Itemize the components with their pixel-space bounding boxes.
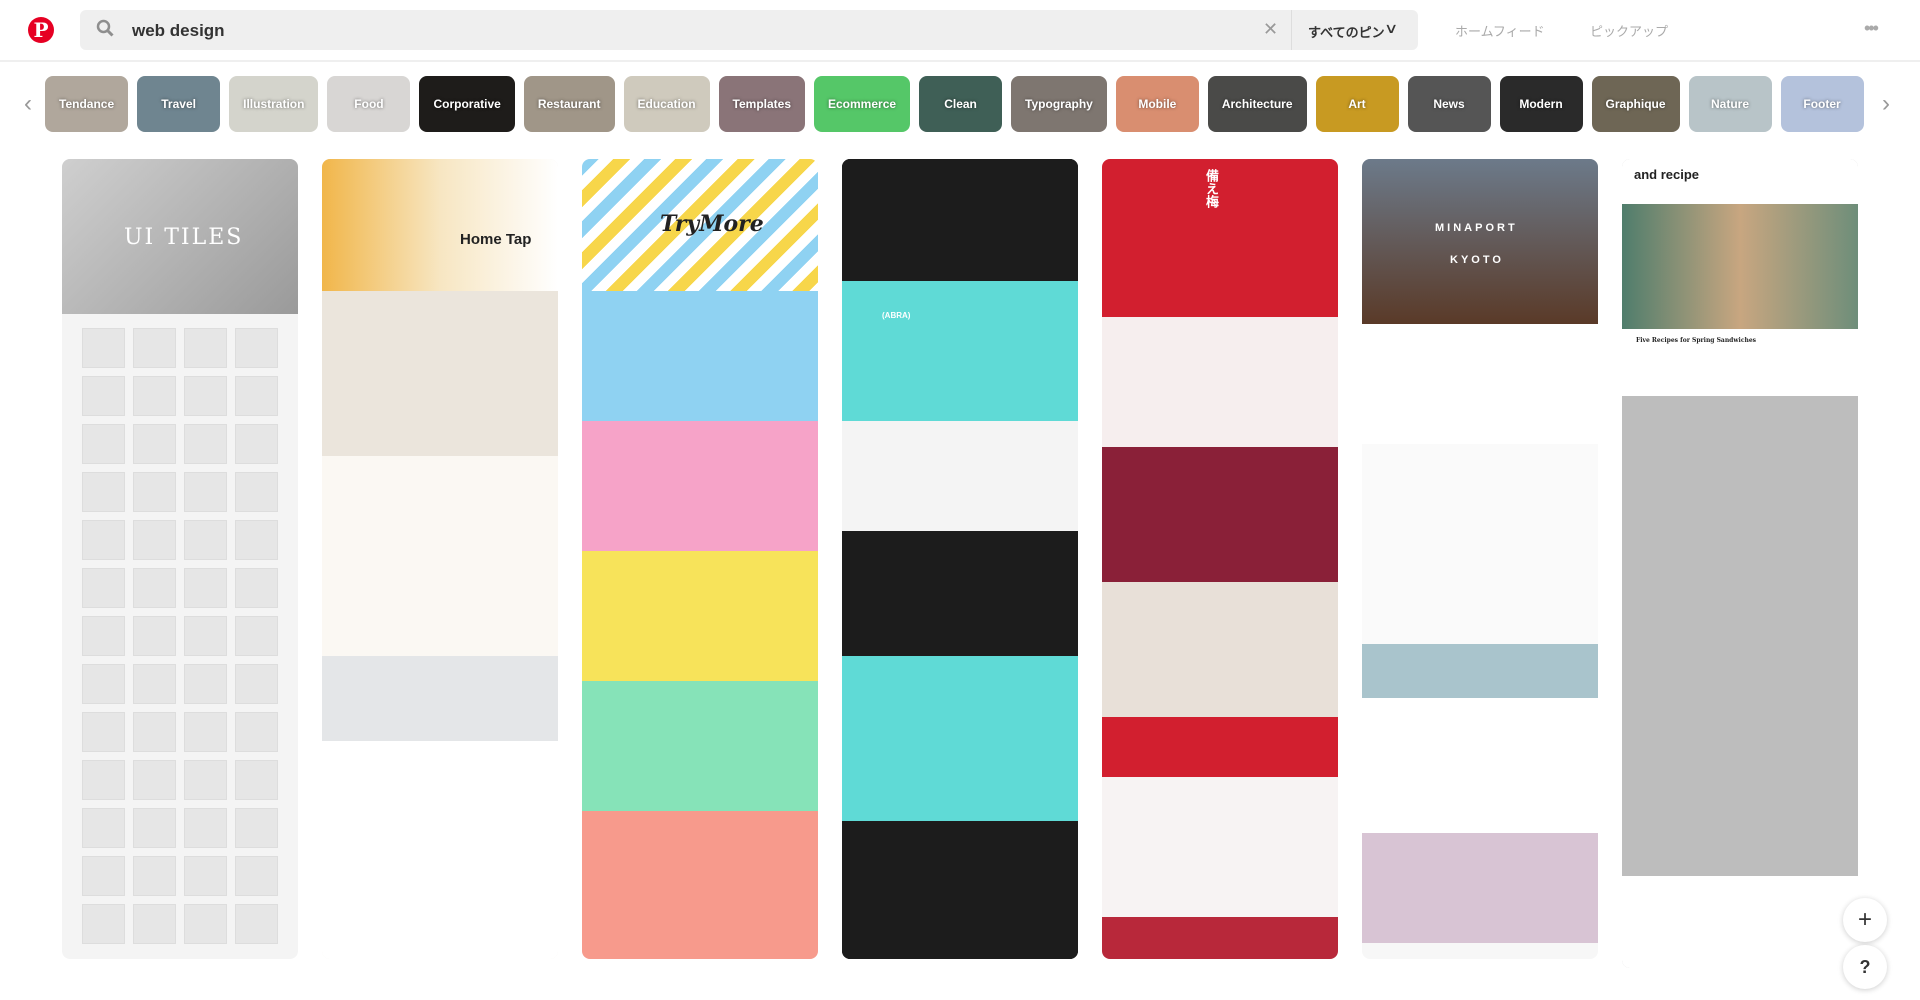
pin-card[interactable]: Home Tap bbox=[322, 159, 558, 959]
divider bbox=[1291, 10, 1292, 50]
category-tendance[interactable]: Tendance bbox=[45, 76, 129, 132]
pin-title: MINAPORT bbox=[1435, 222, 1518, 234]
pin-title: and recipe bbox=[1634, 167, 1700, 182]
category-news[interactable]: News bbox=[1407, 76, 1491, 132]
pin-section bbox=[842, 656, 1078, 821]
wireframe-grid bbox=[62, 314, 298, 958]
pin-image bbox=[842, 159, 1078, 281]
pin-title: 備え梅 bbox=[1204, 169, 1219, 208]
category-restaurant[interactable]: Restaurant bbox=[523, 76, 615, 132]
search-icon bbox=[96, 19, 114, 37]
pin-section bbox=[842, 421, 1078, 531]
pin-section bbox=[322, 291, 558, 456]
category-modern[interactable]: Modern bbox=[1499, 76, 1583, 132]
pin-card[interactable]: MINAPORT KYOTO bbox=[1362, 159, 1598, 959]
pin-section bbox=[1102, 917, 1338, 959]
add-button[interactable]: + bbox=[1843, 898, 1887, 942]
pin-section bbox=[1362, 444, 1598, 644]
pin-section bbox=[842, 531, 1078, 656]
pinterest-logo[interactable]: P bbox=[28, 17, 54, 43]
category-typography[interactable]: Typography bbox=[1011, 76, 1107, 132]
category-mobile[interactable]: Mobile bbox=[1115, 76, 1199, 132]
category-graphique[interactable]: Graphique bbox=[1591, 76, 1680, 132]
search-bar[interactable]: web design ✕ すべてのピン ∨ bbox=[80, 10, 1418, 50]
pin-section bbox=[322, 741, 558, 959]
pin-section bbox=[582, 421, 818, 551]
pin-section bbox=[582, 551, 818, 681]
pin-section bbox=[322, 456, 558, 656]
pin-section bbox=[1362, 833, 1598, 943]
nav-picks[interactable]: ピックアップ bbox=[1590, 21, 1668, 40]
pin-section bbox=[1622, 396, 1858, 876]
help-button[interactable]: ? bbox=[1843, 945, 1887, 989]
scroll-right-icon[interactable]: › bbox=[1882, 90, 1890, 118]
pin-image: TryMore bbox=[582, 159, 818, 291]
top-bar: P web design ✕ すべてのピン ∨ ホームフィード ピックアップ •… bbox=[0, 0, 1920, 62]
pin-section bbox=[582, 681, 818, 811]
pin-section: Five Recipes for Spring Sandwiches bbox=[1622, 329, 1858, 396]
pin-card[interactable]: and recipe Five Recipes for Spring Sandw… bbox=[1622, 159, 1858, 968]
pin-subtitle: KYOTO bbox=[1450, 254, 1504, 266]
pin-section bbox=[1362, 324, 1598, 444]
category-illustration[interactable]: Illustration bbox=[229, 76, 319, 132]
nav-home-feed[interactable]: ホームフィード bbox=[1455, 21, 1545, 40]
chevron-down-icon[interactable]: ∨ bbox=[1384, 20, 1398, 37]
pin-title: Home Tap bbox=[460, 231, 532, 248]
category-ecommerce[interactable]: Ecommerce bbox=[814, 76, 911, 132]
pin-section bbox=[842, 821, 1078, 959]
category-travel[interactable]: Travel bbox=[137, 76, 221, 132]
pin-card[interactable]: UI TILES bbox=[62, 159, 298, 959]
pin-section: (ABRA) bbox=[842, 281, 1078, 421]
pin-card[interactable]: (ABRA) bbox=[842, 159, 1078, 959]
category-food[interactable]: Food bbox=[327, 76, 411, 132]
pin-title: TryMore bbox=[660, 211, 764, 237]
pin-section bbox=[582, 811, 818, 959]
clear-search-icon[interactable]: ✕ bbox=[1263, 19, 1278, 40]
scope-dropdown[interactable]: すべてのピン bbox=[1308, 22, 1385, 41]
category-bar: Tendance Travel Illustration Food Corporativ… bbox=[45, 76, 1864, 132]
pin-image: MINAPORT KYOTO bbox=[1362, 159, 1598, 324]
pin-image: UI TILES bbox=[62, 159, 298, 314]
pin-image bbox=[1622, 204, 1858, 329]
more-icon[interactable]: ••• bbox=[1864, 18, 1879, 39]
category-architecture[interactable]: Architecture bbox=[1207, 76, 1307, 132]
pin-section bbox=[1102, 582, 1338, 717]
category-art[interactable]: Art bbox=[1315, 76, 1399, 132]
category-clean[interactable]: Clean bbox=[919, 76, 1003, 132]
pin-subtitle: Five Recipes for Spring Sandwiches bbox=[1636, 337, 1757, 344]
pin-image: 備え梅 bbox=[1102, 159, 1338, 317]
pin-card[interactable]: 備え梅 bbox=[1102, 159, 1338, 959]
scroll-left-icon[interactable]: ‹ bbox=[24, 90, 32, 118]
pin-section bbox=[1102, 717, 1338, 777]
search-input[interactable]: web design bbox=[132, 21, 225, 41]
category-education[interactable]: Education bbox=[623, 76, 710, 132]
pin-title: (ABRA) bbox=[882, 311, 911, 320]
category-nature[interactable]: Nature bbox=[1688, 76, 1772, 132]
category-footer[interactable]: Footer bbox=[1780, 76, 1864, 132]
pin-section bbox=[1622, 876, 1858, 968]
pin-section bbox=[1102, 447, 1338, 582]
pin-section bbox=[322, 656, 558, 741]
pin-card[interactable]: TryMore bbox=[582, 159, 818, 959]
pin-section bbox=[1362, 644, 1598, 698]
pin-title: UI TILES bbox=[124, 225, 244, 250]
category-corporative[interactable]: Corporative bbox=[419, 76, 515, 132]
pin-section bbox=[1102, 317, 1338, 447]
category-templates[interactable]: Templates bbox=[718, 76, 805, 132]
pin-section bbox=[1362, 698, 1598, 833]
pin-header: and recipe bbox=[1622, 159, 1858, 204]
pin-section bbox=[1102, 777, 1338, 917]
pin-section bbox=[582, 291, 818, 421]
pin-image: Home Tap bbox=[322, 159, 558, 291]
